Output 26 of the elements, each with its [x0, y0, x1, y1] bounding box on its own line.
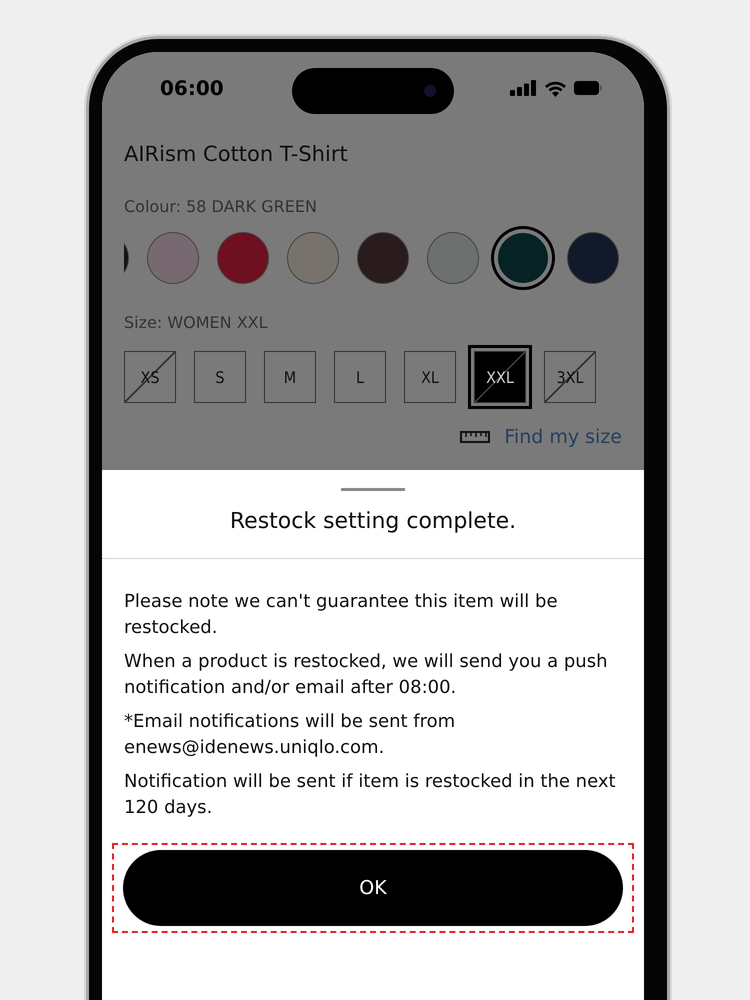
colour-swatch[interactable]	[357, 232, 409, 284]
size-label: Size: WOMEN XXL	[124, 313, 269, 332]
size-option[interactable]: S	[194, 351, 246, 403]
battery-icon	[574, 81, 602, 95]
size-option[interactable]: L	[334, 351, 386, 403]
drag-handle[interactable]	[341, 488, 405, 491]
colour-label: Colour: 58 DARK GREEN	[124, 197, 318, 216]
status-time: 06:00	[160, 76, 224, 100]
notice-text: When a product is restocked, we will send you a push notification and/or email after 08:00.	[124, 650, 609, 700]
signal-icon	[510, 80, 537, 96]
notice-text: *Email notifications will be sent from enews@idenews.uniqlo.com.	[124, 710, 456, 760]
colour-swatch[interactable]	[147, 232, 199, 284]
product-title: AIRism Cotton T-Shirt	[124, 142, 349, 166]
ruler-icon	[460, 431, 490, 443]
notice-text: Please note we can't guarantee this item will be restocked.	[124, 590, 559, 640]
find-my-size-link[interactable]: Find my size	[504, 426, 622, 448]
notice-text: Notification will be sent if item is restocked in the next 120 days.	[124, 770, 617, 820]
colour-swatch[interactable]	[217, 232, 269, 284]
colour-swatch[interactable]	[287, 232, 339, 284]
wifi-icon	[544, 80, 567, 96]
sheet-title: Restock setting complete.	[102, 491, 644, 559]
colour-swatch[interactable]	[567, 232, 619, 284]
size-option[interactable]: M	[264, 351, 316, 403]
ok-button[interactable]: OK	[123, 850, 623, 926]
size-option[interactable]: XL	[404, 351, 456, 403]
colour-swatch[interactable]	[427, 232, 479, 284]
